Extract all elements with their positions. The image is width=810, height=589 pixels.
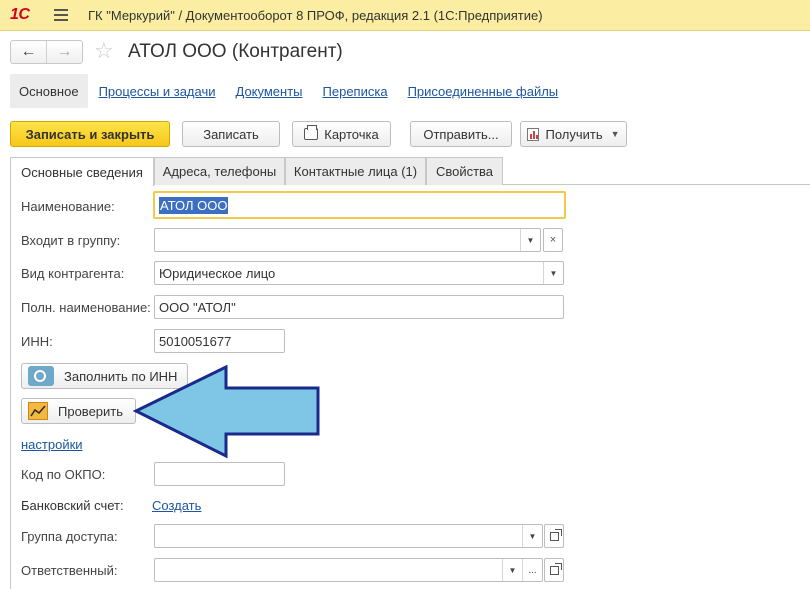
pointer-arrow-icon — [132, 364, 320, 459]
tab-basic-info-label: Основные сведения — [21, 164, 143, 180]
tab-basic-info[interactable]: Основные сведения — [10, 157, 154, 186]
